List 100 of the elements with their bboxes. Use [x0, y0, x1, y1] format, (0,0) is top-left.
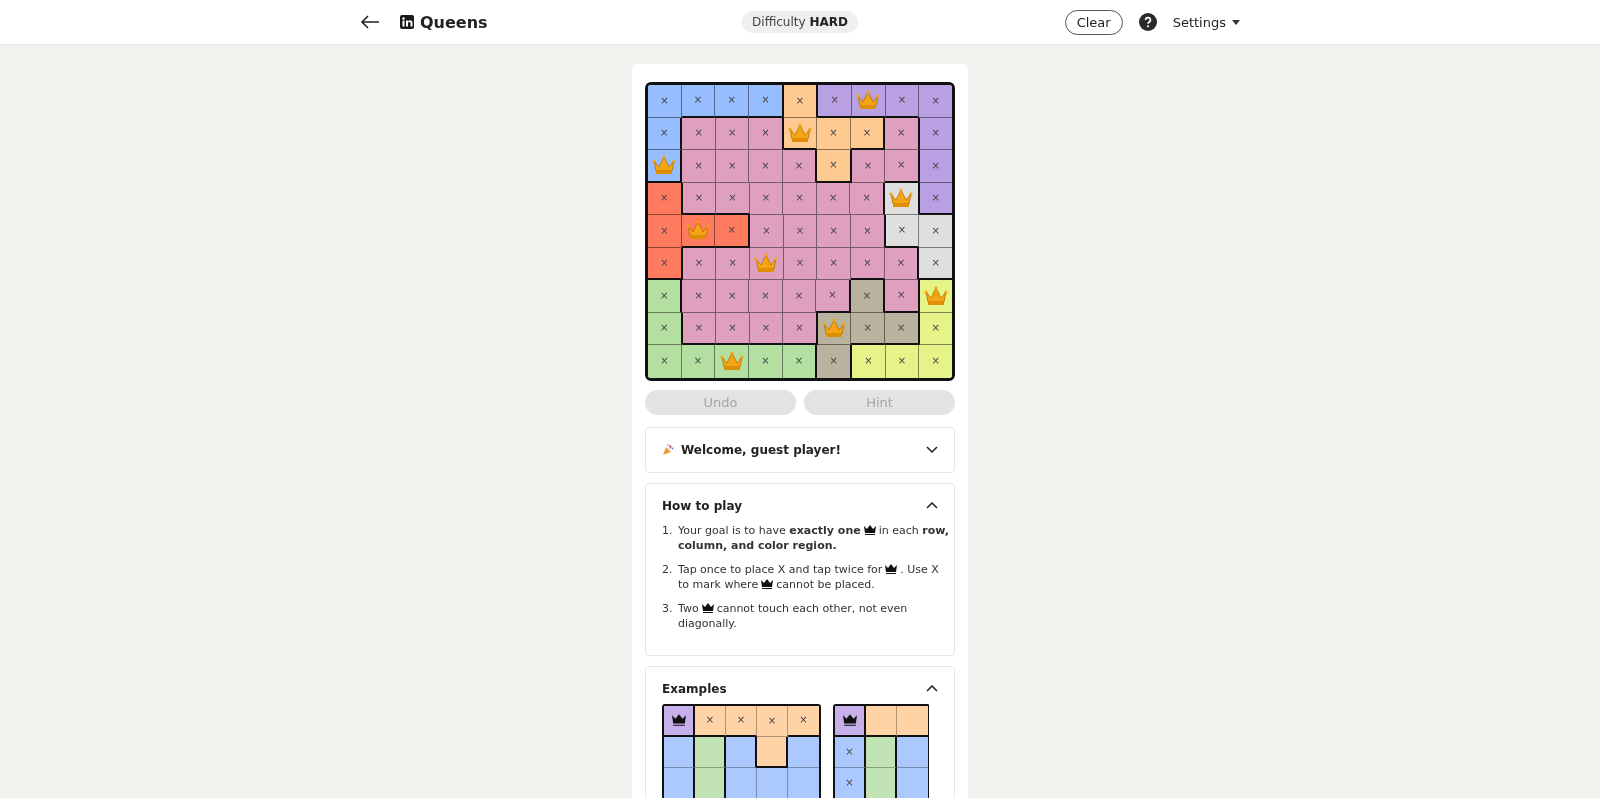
- panel-title: How to play: [662, 498, 742, 513]
- board-cell[interactable]: ×: [682, 280, 716, 313]
- x-mark: ×: [828, 290, 837, 301]
- x-mark: ×: [727, 128, 737, 139]
- x-mark: ×: [862, 127, 872, 138]
- x-mark: ×: [727, 160, 737, 171]
- board-cell[interactable]: ×: [851, 215, 886, 248]
- board-cell[interactable]: ×: [749, 85, 784, 118]
- board-cell[interactable]: ×: [715, 150, 750, 183]
- board-cell[interactable]: ×: [782, 345, 818, 378]
- board-cell[interactable]: ×: [783, 85, 819, 118]
- board-cell[interactable]: ×: [919, 345, 952, 378]
- board-cell[interactable]: ×: [852, 345, 886, 378]
- board-cell[interactable]: ×: [648, 312, 683, 345]
- x-mark: ×: [728, 192, 737, 203]
- board-cell[interactable]: ×: [850, 280, 886, 313]
- x-mark: ×: [794, 160, 804, 171]
- settings-menu[interactable]: Settings: [1172, 14, 1240, 30]
- board-cell[interactable]: ×: [648, 182, 683, 215]
- board-cell[interactable]: ×: [885, 85, 920, 118]
- board-cell[interactable]: ×: [919, 215, 952, 248]
- x-mark: ×: [660, 356, 669, 367]
- x-mark: ×: [761, 160, 770, 171]
- board-cell[interactable]: ×: [648, 215, 682, 248]
- board-cell[interactable]: ×: [851, 247, 885, 280]
- x-mark: ×: [931, 128, 940, 139]
- board-cell[interactable]: ×: [716, 247, 750, 280]
- board-cell[interactable]: ×: [919, 150, 952, 183]
- board-cell[interactable]: ×: [715, 215, 750, 248]
- board-cell[interactable]: ×: [782, 150, 818, 183]
- board-cell[interactable]: ×: [648, 280, 683, 313]
- x-mark: ×: [897, 225, 907, 236]
- board-cell[interactable]: ×: [817, 215, 852, 248]
- welcome-panel[interactable]: Welcome, guest player!: [645, 426, 955, 473]
- board-cell[interactable]: ×: [648, 345, 682, 378]
- x-mark: ×: [694, 258, 704, 269]
- board-cell[interactable]: ×: [682, 117, 716, 150]
- x-mark: ×: [762, 225, 771, 236]
- board-cell[interactable]: ×: [817, 345, 853, 378]
- board-cell[interactable]: ×: [715, 85, 749, 118]
- board-cell[interactable]: ×: [816, 280, 851, 313]
- board-cell[interactable]: ×: [749, 150, 783, 183]
- x-mark: ×: [767, 715, 777, 726]
- x-mark: ×: [862, 193, 871, 204]
- clear-button[interactable]: Clear: [1064, 9, 1123, 35]
- x-mark: ×: [660, 95, 669, 106]
- step-number: 3.: [662, 600, 674, 617]
- board-cell[interactable]: ×: [885, 117, 920, 150]
- board-cell[interactable]: ×: [885, 280, 920, 313]
- board-cell[interactable]: ×: [716, 182, 750, 215]
- x-mark: ×: [897, 128, 906, 139]
- board-cell[interactable]: ×: [716, 312, 750, 345]
- app-title: Queens: [420, 12, 488, 32]
- board-cell[interactable]: ×: [817, 117, 851, 150]
- board-cell[interactable]: ×: [919, 247, 952, 280]
- board-cell[interactable]: ×: [648, 85, 682, 118]
- x-mark: ×: [897, 95, 907, 106]
- board-cell[interactable]: ×: [885, 345, 920, 378]
- board-cell[interactable]: ×: [682, 150, 716, 183]
- board-cell[interactable]: ×: [783, 312, 818, 345]
- difficulty-badge: Difficulty HARD: [742, 11, 858, 33]
- board-cell[interactable]: ×: [783, 215, 818, 248]
- x-mark: ×: [799, 715, 808, 725]
- panel-title: Examples: [662, 681, 727, 696]
- board-cell[interactable]: ×: [681, 345, 716, 378]
- x-mark: ×: [736, 715, 746, 725]
- board-cell[interactable]: ×: [885, 215, 920, 248]
- x-mark: ×: [931, 160, 940, 171]
- x-mark: ×: [931, 225, 940, 236]
- board-cell[interactable]: ×: [919, 85, 952, 118]
- x-mark: ×: [694, 160, 703, 171]
- board-cell[interactable]: ×: [648, 247, 683, 280]
- board-cell[interactable]: ×: [681, 85, 716, 118]
- board-cell[interactable]: ×: [648, 117, 683, 150]
- x-mark: ×: [897, 356, 907, 367]
- x-mark: ×: [705, 715, 715, 725]
- board-cell[interactable]: ×: [818, 85, 853, 118]
- x-mark: ×: [829, 225, 838, 236]
- board-cell[interactable]: ×: [749, 280, 783, 313]
- board-cell[interactable]: ×: [851, 150, 886, 183]
- board-cell[interactable]: ×: [749, 117, 784, 150]
- board-cell[interactable]: ×: [885, 150, 920, 183]
- x-mark: ×: [794, 356, 804, 367]
- x-mark: ×: [728, 322, 737, 333]
- board-cell[interactable]: ×: [749, 345, 783, 378]
- x-mark: ×: [897, 322, 906, 333]
- board-cell[interactable]: ×: [783, 182, 817, 215]
- x-mark: ×: [795, 95, 805, 106]
- x-mark: ×: [830, 95, 839, 106]
- board-cell[interactable]: ×: [750, 215, 784, 248]
- board-cell[interactable]: ×: [817, 247, 852, 280]
- board-cell[interactable]: ×: [850, 182, 885, 215]
- x-mark: ×: [795, 258, 805, 269]
- board-cell[interactable]: ×: [817, 150, 852, 183]
- board-cell[interactable]: ×: [782, 280, 817, 313]
- x-mark: ×: [829, 356, 838, 367]
- board-cell[interactable]: ×: [715, 280, 750, 313]
- x-mark: ×: [694, 322, 704, 333]
- x-mark: ×: [829, 258, 838, 269]
- board-cell[interactable]: ×: [851, 312, 885, 345]
